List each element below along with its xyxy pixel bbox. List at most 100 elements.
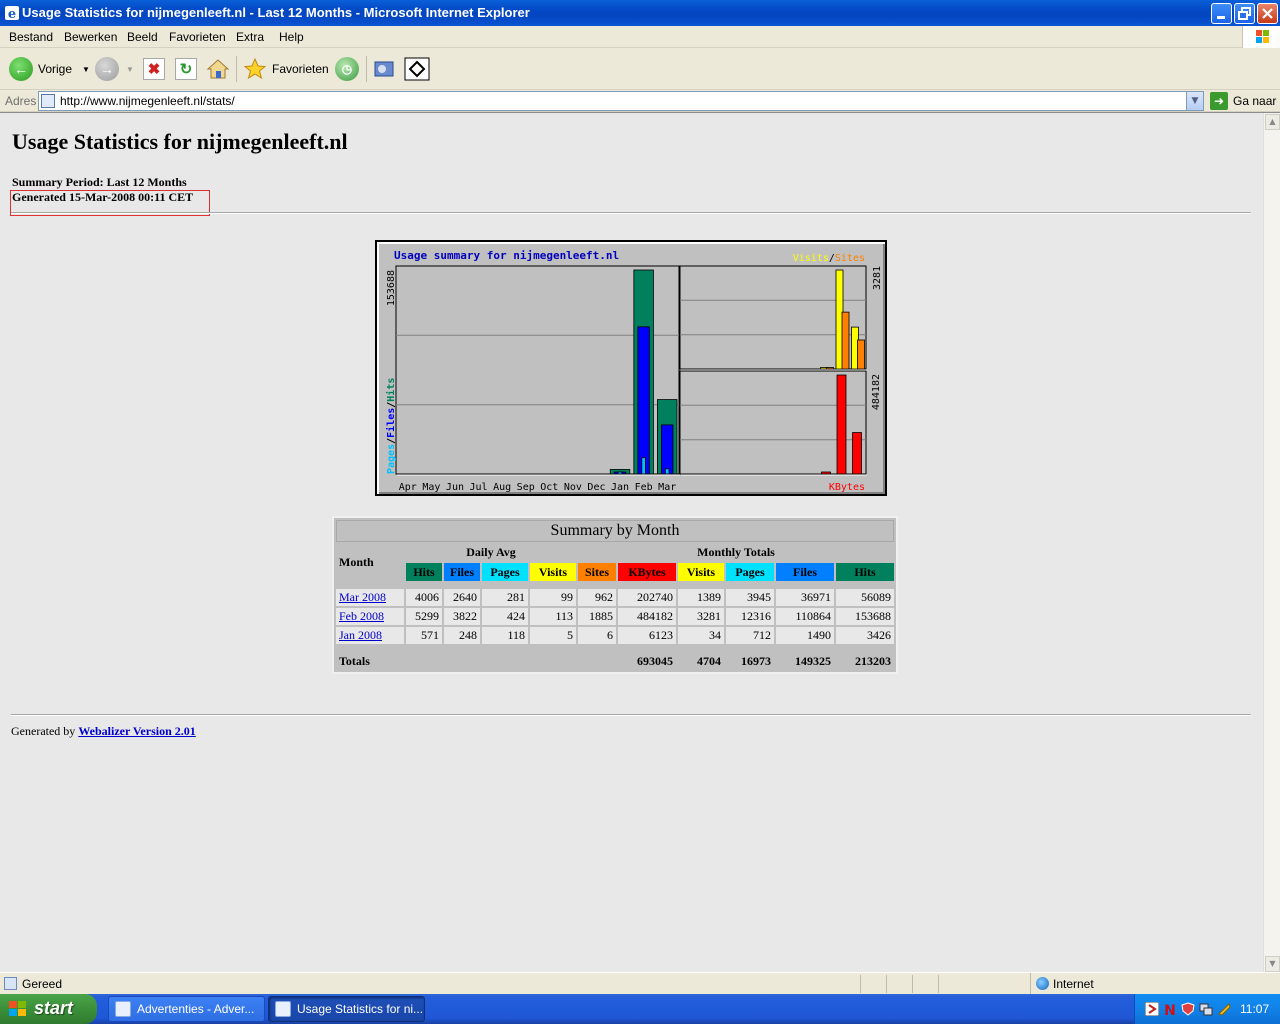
- bar-kbytes-feb: [836, 374, 847, 475]
- table-cell: 571: [406, 627, 442, 644]
- refresh-icon: ↻: [175, 58, 197, 80]
- month-link[interactable]: Jan 2008: [339, 628, 382, 642]
- menu-bestand[interactable]: Bestand: [9, 30, 53, 44]
- back-button[interactable]: ← Vorige ▼: [9, 56, 90, 82]
- svg-text:e: e: [8, 7, 16, 21]
- column-header-files: Files: [444, 563, 480, 581]
- top-right-max-label: 3281: [872, 266, 883, 290]
- table-body: Mar 2008 4006 2640 281 99 962 202740 1389 3945 36…: [336, 583, 894, 644]
- month-link[interactable]: Feb 2008: [339, 609, 384, 623]
- table-cell: 6123: [618, 627, 676, 644]
- tools-icon: [404, 57, 430, 81]
- x-tick-jul: Jul: [470, 482, 488, 493]
- x-tick-jan: Jan: [611, 482, 629, 493]
- zone-label: Internet: [1053, 977, 1094, 991]
- table-cell: 99: [530, 589, 576, 606]
- history-icon: ◷: [335, 57, 359, 81]
- table-cell: 3426: [836, 627, 894, 644]
- windows-flag-icon: [9, 1001, 26, 1016]
- table-cell: 113: [530, 608, 576, 625]
- start-label: start: [34, 998, 74, 1018]
- legend-part: Sites: [835, 253, 865, 264]
- column-header-hits: Hits: [406, 563, 442, 581]
- go-button[interactable]: ➜ Ga naar: [1210, 92, 1276, 110]
- x-tick-apr: Apr: [399, 482, 417, 493]
- ie-window-icon: [275, 1001, 291, 1017]
- chart-svg: Usage summary for nijmegenleeft.nl Apr May…: [385, 249, 883, 493]
- forward-dropdown-icon[interactable]: ▼: [126, 65, 134, 74]
- menu-extra[interactable]: Extra: [236, 30, 264, 44]
- restore-button[interactable]: [1234, 3, 1255, 24]
- menu-bewerken[interactable]: Bewerken: [64, 30, 117, 44]
- forward-arrow-icon: →: [95, 57, 119, 81]
- scroll-down-icon[interactable]: ▼: [1265, 956, 1280, 972]
- window-title-bar[interactable]: e Usage Statistics for nijmegenleeft.nl …: [0, 0, 1280, 26]
- security-zone[interactable]: Internet: [1030, 973, 1280, 995]
- month-link[interactable]: Mar 2008: [339, 590, 386, 604]
- norton-icon[interactable]: N: [1163, 1002, 1177, 1016]
- favorites-button[interactable]: Favorieten: [243, 56, 329, 82]
- column-header-sites: Sites: [578, 563, 616, 581]
- totals-cell: 693045: [618, 652, 676, 670]
- kbytes-legend: KBytes: [829, 482, 865, 493]
- footer-prefix: Generated by: [11, 724, 79, 738]
- x-tick-oct: Oct: [540, 482, 558, 493]
- bar-pages-feb: [641, 457, 646, 475]
- address-url[interactable]: http://www.nijmegenleeft.nl/stats/: [60, 94, 235, 108]
- taskbar-button-advertenties[interactable]: Advertenties - Adver...: [108, 996, 265, 1022]
- start-button[interactable]: start: [0, 994, 97, 1024]
- table-cell: 1490: [776, 627, 834, 644]
- media-button[interactable]: [372, 56, 396, 82]
- refresh-button[interactable]: ↻: [175, 56, 197, 82]
- scroll-up-icon[interactable]: ▲: [1265, 114, 1280, 130]
- column-header-hits: Hits: [836, 563, 894, 581]
- back-arrow-icon: ←: [9, 57, 33, 81]
- menu-beeld[interactable]: Beeld: [127, 30, 158, 44]
- menu-bar: Bestand Bewerken Beeld Favorieten Extra …: [0, 26, 1280, 48]
- security-shield-icon[interactable]: [1181, 1002, 1195, 1016]
- column-header-visits: Visits: [530, 563, 576, 581]
- x-tick-sep: Sep: [517, 482, 535, 493]
- menu-help[interactable]: Help: [279, 30, 304, 44]
- back-dropdown-icon[interactable]: ▼: [82, 65, 90, 74]
- toolbar-separator: [366, 56, 367, 82]
- home-button[interactable]: [206, 56, 230, 82]
- status-divider: [938, 975, 939, 993]
- history-button[interactable]: ◷: [335, 56, 359, 82]
- menu-favorieten[interactable]: Favorieten: [169, 30, 226, 44]
- address-label: Adres: [5, 94, 37, 108]
- favorites-star-icon: [243, 57, 267, 80]
- monthly-totals-header: Monthly Totals: [578, 544, 894, 561]
- legend-part: Visits: [793, 253, 829, 264]
- status-text: Gereed: [22, 977, 63, 991]
- browser-viewport[interactable]: Usage Statistics for nijmegenleeft.nl Su…: [0, 112, 1280, 972]
- webalizer-link[interactable]: Webalizer Version 2.01: [78, 724, 195, 738]
- tools-button[interactable]: [404, 56, 430, 82]
- go-arrow-icon: ➜: [1210, 92, 1228, 110]
- svg-text:N: N: [1164, 1003, 1176, 1016]
- stop-button[interactable]: ✖: [143, 56, 165, 82]
- taskbar-button-usage-statistics[interactable]: Usage Statistics for ni...: [268, 996, 425, 1022]
- favorites-label: Favorieten: [272, 62, 329, 76]
- month-cell: Mar 2008: [336, 589, 404, 606]
- system-tray: N 11:07: [1134, 994, 1280, 1024]
- totals-cell: 149325: [776, 652, 834, 670]
- bar-kbytes-jan: [821, 471, 831, 475]
- table-cell: 424: [482, 608, 528, 625]
- table-row: Mar 2008 4006 2640 281 99 962 202740 1389 3945 36…: [336, 589, 894, 606]
- forward-button[interactable]: → ▼: [95, 56, 134, 82]
- address-input[interactable]: http://www.nijmegenleeft.nl/stats/ ▼: [38, 91, 1204, 111]
- table-cell: 4006: [406, 589, 442, 606]
- tray-arrow-icon[interactable]: [1145, 1002, 1159, 1016]
- tray-app-icon[interactable]: [1217, 1002, 1231, 1016]
- network-icon[interactable]: [1199, 1002, 1213, 1016]
- table-cell: 5299: [406, 608, 442, 625]
- minimize-button[interactable]: [1211, 3, 1232, 24]
- summary-table: Summary by Month Month Daily Avg Monthly…: [332, 516, 898, 674]
- table-cell: 6: [578, 627, 616, 644]
- close-button[interactable]: [1257, 3, 1278, 24]
- vertical-scrollbar[interactable]: ▲ ▼: [1263, 113, 1280, 972]
- address-dropdown-icon[interactable]: ▼: [1186, 92, 1203, 110]
- back-label: Vorige: [38, 62, 73, 76]
- media-icon: [374, 61, 394, 77]
